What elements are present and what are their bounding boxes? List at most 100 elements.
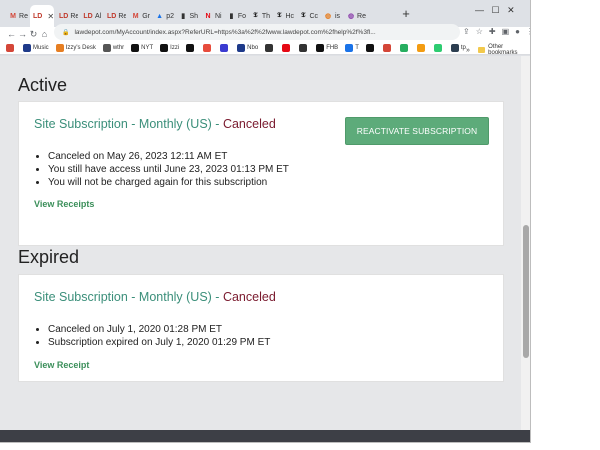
bookmark-label: wthr (112, 44, 125, 51)
tab-favicon-icon: LD (33, 12, 43, 20)
tab-label: Re (118, 12, 126, 20)
list-item: You will not be charged again for this s… (48, 176, 289, 189)
sidepanel-icon[interactable]: ▣ (502, 27, 510, 36)
bookmark-item[interactable] (203, 43, 213, 52)
tab-favicon-icon: N (205, 12, 211, 20)
bookmark-favicon-icon (220, 43, 229, 52)
avatar[interactable]: ● (515, 27, 520, 36)
tab-label: Th (261, 12, 270, 20)
list-item: Subscription expired on July 1, 2020 01:… (48, 336, 270, 349)
scrollbar-thumb[interactable] (523, 225, 529, 358)
tab-favicon-icon: ▮ (181, 13, 186, 20)
bookmark-favicon-icon (399, 43, 408, 52)
reload-icon[interactable]: ↻ (28, 29, 39, 40)
bookmark-item[interactable] (399, 43, 410, 52)
other-bookmarks-label: Other bookmarks (488, 44, 518, 56)
view-receipts-link[interactable]: View Receipts (34, 199, 94, 209)
tab-favicon-icon: ◍ (347, 13, 355, 20)
tab-label: Hc (285, 12, 294, 20)
bookmark-item[interactable]: NYT (131, 43, 154, 52)
new-tab-button[interactable]: + (399, 7, 413, 22)
tab-favicon-icon: ◍ (324, 13, 332, 20)
bookmark-item[interactable] (299, 43, 309, 52)
bookmark-item[interactable]: Izzi (160, 43, 179, 52)
tab-active[interactable]: LD ✕ (30, 5, 54, 27)
expired-heading: Expired (18, 247, 80, 267)
bookmark-label: FHB (326, 44, 339, 51)
bookmark-item[interactable] (6, 43, 16, 52)
bookmark-item[interactable]: Nbo (237, 43, 259, 52)
bookmark-label: Music (33, 44, 49, 51)
address-bar[interactable]: 🔒 lawdepot.com/MyAccount/index.aspx?Refe… (54, 24, 460, 40)
subscription-name: Site Subscription - Monthly (US) - (34, 290, 223, 304)
tab-favicon-icon: LD (107, 12, 117, 20)
bookmark-item[interactable]: tp (450, 43, 466, 52)
bookmark-item[interactable]: FHB (316, 43, 339, 52)
bookmark-favicon-icon (450, 43, 459, 52)
tab-favicon-icon: 𝕿 (253, 12, 258, 19)
bookmark-item[interactable] (365, 43, 376, 52)
address-url: lawdepot.com/MyAccount/index.aspx?ReferU… (74, 28, 376, 36)
bookmark-label: Nbo (247, 44, 259, 51)
home-icon[interactable]: ⌂ (39, 29, 50, 39)
tab[interactable]: M Re (6, 5, 28, 27)
tab-label: Sh (189, 12, 198, 20)
menu-icon[interactable]: ⋮ (526, 27, 530, 36)
back-icon[interactable]: ← (6, 29, 17, 39)
tab-favicon-icon: LD (83, 12, 93, 20)
extension-icon[interactable]: ✚ (489, 27, 496, 36)
close-icon[interactable]: ✕ (507, 5, 515, 15)
bookmark-favicon-icon (203, 43, 212, 52)
reactivate-subscription-button[interactable]: REACTIVATE SUBSCRIPTION (345, 117, 489, 145)
tab-favicon-icon: ▮ (229, 13, 234, 20)
close-tab-icon[interactable]: ✕ (47, 12, 54, 21)
bookmark-label: NYT (141, 44, 154, 51)
overflow-icon[interactable]: » (466, 47, 470, 54)
bookmark-favicon-icon (55, 43, 64, 52)
list-item: Canceled on July 1, 2020 01:28 PM ET (48, 323, 270, 336)
bookmark-favicon-icon (265, 43, 274, 52)
bookmark-item[interactable] (186, 43, 196, 52)
bookmark-item[interactable] (416, 43, 427, 52)
active-subscription-card: Site Subscription - Monthly (US) - Cance… (18, 101, 504, 246)
view-receipt-link[interactable]: View Receipt (34, 360, 89, 370)
bookmark-item[interactable] (220, 43, 230, 52)
bookmark-favicon-icon (237, 43, 246, 52)
bookmark-favicon-icon (131, 43, 140, 52)
star-icon[interactable]: ☆ (476, 27, 483, 36)
active-subscription-title: Site Subscription - Monthly (US) - Cance… (34, 117, 276, 131)
tab-favicon-icon: LD (59, 12, 69, 20)
minimize-icon[interactable]: — (475, 5, 484, 15)
bookmark-item[interactable]: wthr (102, 43, 125, 52)
tab-strip: MReLD✕LDReLDAlLDReMGr▲p2▮ShNNi▮Fo𝕿Th𝕿Hc𝕿… (0, 0, 530, 27)
bookmark-label: Izzy's Desk (65, 44, 96, 51)
forward-icon[interactable]: → (17, 29, 28, 39)
bookmark-item[interactable] (433, 43, 444, 52)
bookmark-item[interactable]: Izzy's Desk (55, 43, 96, 52)
bookmark-item[interactable] (265, 43, 275, 52)
subscription-name: Site Subscription - Monthly (US) - (34, 117, 223, 131)
tab-label: Fo (237, 12, 246, 20)
tab-label: Re (357, 12, 366, 20)
bookmark-favicon-icon (365, 43, 374, 52)
list-item: You still have access until June 23, 202… (48, 163, 289, 176)
bookmark-favicon-icon (186, 43, 195, 52)
tab-label: Re (19, 12, 28, 20)
bookmark-item[interactable] (282, 43, 292, 52)
tab-favicon-icon: M (132, 12, 139, 20)
toolbar-actions: ⇪ ☆ ✚ ▣ ● ⋮ (463, 27, 530, 36)
bookmark-favicon-icon (382, 43, 391, 52)
window-controls[interactable]: — ☐ ✕ (475, 5, 515, 16)
active-details-list: Canceled on May 26, 2023 12:11 AM ET You… (48, 150, 289, 189)
bookmark-item[interactable]: Music (23, 43, 49, 52)
tab-favicon-icon: M (10, 12, 16, 20)
tab-label: Al (95, 12, 102, 20)
share-icon[interactable]: ⇪ (463, 27, 470, 36)
other-bookmarks[interactable]: » Other bookmarks (466, 44, 530, 56)
active-heading: Active (18, 75, 68, 95)
maximize-icon[interactable]: ☐ (492, 5, 500, 15)
tab-label: Gr (142, 12, 150, 20)
status-text: Canceled (222, 290, 276, 304)
bookmark-item[interactable] (382, 43, 393, 52)
bookmark-item[interactable]: T (345, 43, 359, 52)
